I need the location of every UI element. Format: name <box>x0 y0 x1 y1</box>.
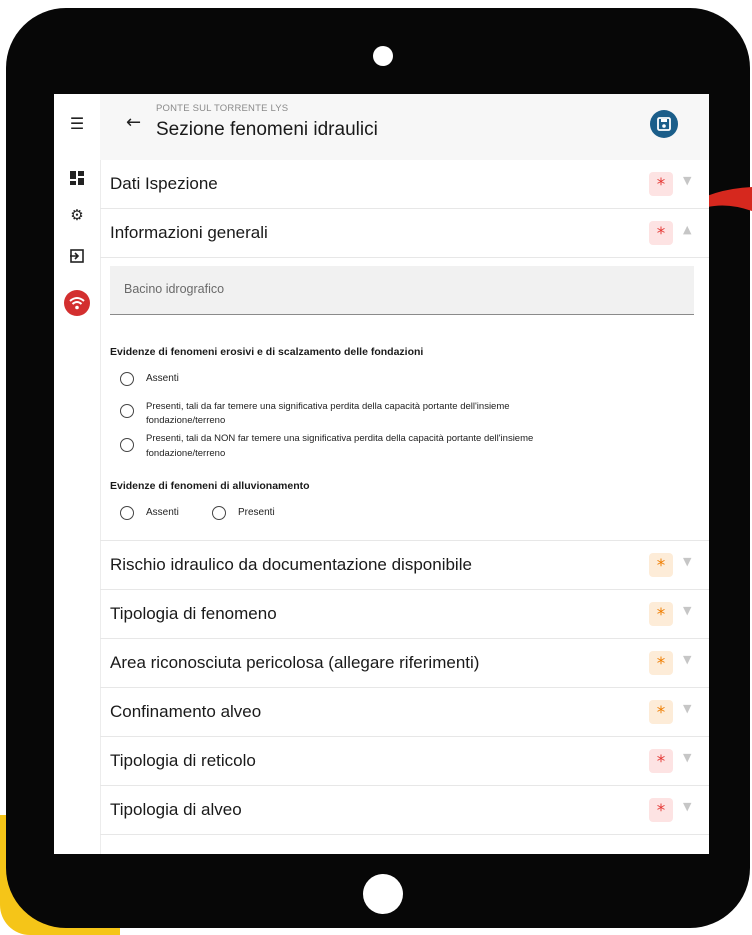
sections-list: Dati Ispezione * ▼ Informazioni generali… <box>100 160 709 835</box>
section-title: Tipologia di reticolo <box>110 751 256 770</box>
page-title: Sezione fenomeni idraulici <box>156 119 378 140</box>
erosion-question: Evidenze di fenomeni erosivi e di scalza… <box>110 346 424 358</box>
section-rischio-idraulico[interactable]: Rischio idraulico da documentazione disp… <box>100 541 709 590</box>
radio-flood-assenti[interactable] <box>120 506 134 520</box>
required-badge: * <box>649 602 673 626</box>
section-dati-ispezione[interactable]: Dati Ispezione * ▼ <box>100 160 709 209</box>
section-title: Dati Ispezione <box>110 174 218 193</box>
section-title: Confinamento alveo <box>110 702 262 721</box>
section-title: Informazioni generali <box>110 223 268 242</box>
app-bar: ← PONTE SUL TORRENTE LYS Sezione fenomen… <box>100 94 709 160</box>
radio-erosion-presenti-non-significativa[interactable] <box>120 438 134 452</box>
save-icon <box>657 117 671 131</box>
chevron-up-icon[interactable]: ▲ <box>683 223 691 236</box>
radio-erosion-presenti-significativa[interactable] <box>120 404 134 418</box>
required-badge: * <box>649 172 673 196</box>
chevron-down-icon[interactable]: ▼ <box>683 604 691 617</box>
option-label: Presenti, tali da far temere una signifi… <box>146 401 510 412</box>
option-label: Assenti <box>146 507 179 518</box>
section-title: Tipologia di fenomeno <box>110 604 277 623</box>
dashboard-icon[interactable] <box>54 170 100 189</box>
logout-icon[interactable] <box>54 248 100 267</box>
required-badge: * <box>649 749 673 773</box>
app-screen: ☰ ⚙ ← PONTE SUL TORRENTE LYS Sezione fen… <box>54 94 709 854</box>
required-badge: * <box>649 221 673 245</box>
section-tipologia-fenomeno[interactable]: Tipologia di fenomeno * ▼ <box>100 590 709 639</box>
navigation-rail: ☰ ⚙ <box>54 94 101 854</box>
section-tipologia-reticolo[interactable]: Tipologia di reticolo * ▼ <box>100 737 709 786</box>
option-label-continuation: fondazione/terreno <box>146 448 226 459</box>
option-label: Presenti <box>238 507 275 518</box>
required-badge: * <box>649 553 673 577</box>
menu-icon[interactable]: ☰ <box>54 114 100 133</box>
option-label: Assenti <box>146 373 179 384</box>
flood-question: Evidenze di fenomeni di alluvionamento <box>110 480 310 492</box>
chevron-down-icon[interactable]: ▼ <box>683 653 691 666</box>
wifi-icon[interactable] <box>64 290 90 316</box>
page-subtitle: PONTE SUL TORRENTE LYS <box>156 103 289 114</box>
option-label: Presenti, tali da NON far temere una sig… <box>146 433 534 444</box>
section-title: Tipologia di alveo <box>110 800 242 819</box>
radio-flood-presenti[interactable] <box>212 506 226 520</box>
required-badge: * <box>649 798 673 822</box>
section-informazioni-generali[interactable]: Informazioni generali * ▲ <box>100 209 709 258</box>
section-tipologia-alveo[interactable]: Tipologia di alveo * ▼ <box>100 786 709 835</box>
gear-icon[interactable]: ⚙ <box>54 206 100 224</box>
chevron-down-icon[interactable]: ▼ <box>683 702 691 715</box>
bacino-idrografico-field[interactable]: Bacino idrografico <box>110 266 694 315</box>
required-badge: * <box>649 700 673 724</box>
back-arrow-icon[interactable]: ← <box>126 112 141 133</box>
general-info-panel: Bacino idrografico Evidenze di fenomeni … <box>100 258 709 541</box>
camera-dot <box>373 46 393 66</box>
section-area-pericolosa[interactable]: Area riconosciuta pericolosa (allegare r… <box>100 639 709 688</box>
option-label-continuation: fondazione/terreno <box>146 415 226 426</box>
section-confinamento-alveo[interactable]: Confinamento alveo * ▼ <box>100 688 709 737</box>
home-button[interactable] <box>363 874 403 914</box>
bacino-idrografico-placeholder: Bacino idrografico <box>124 282 225 296</box>
section-title: Rischio idraulico da documentazione disp… <box>110 555 472 574</box>
chevron-down-icon[interactable]: ▼ <box>683 174 691 187</box>
save-button[interactable] <box>650 110 678 138</box>
chevron-down-icon[interactable]: ▼ <box>683 555 691 568</box>
radio-erosion-assenti[interactable] <box>120 372 134 386</box>
section-title: Area riconosciuta pericolosa (allegare r… <box>110 653 480 672</box>
chevron-down-icon[interactable]: ▼ <box>683 800 691 813</box>
chevron-down-icon[interactable]: ▼ <box>683 751 691 764</box>
required-badge: * <box>649 651 673 675</box>
